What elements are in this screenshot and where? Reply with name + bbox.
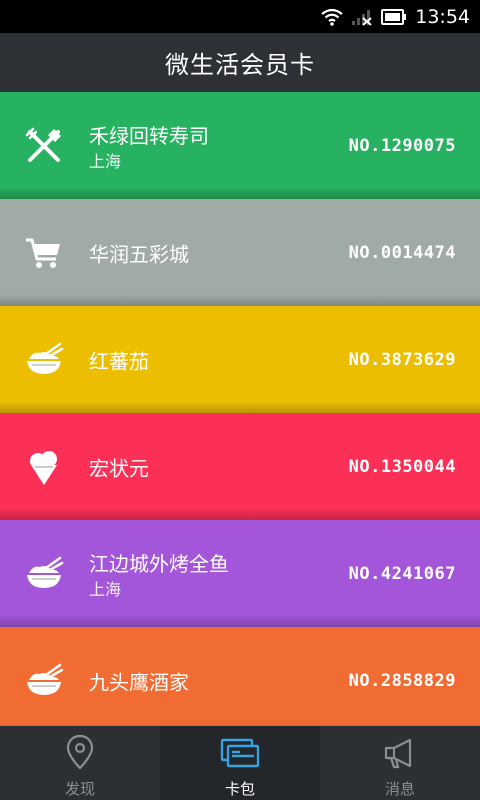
card-wallet-icon xyxy=(220,734,260,772)
nav-label: 发现 xyxy=(64,780,95,798)
ice-cream-icon xyxy=(22,445,66,489)
rice-bowl-icon xyxy=(22,659,66,703)
merchant-name: 红蕃茄 xyxy=(89,349,149,373)
signal-icon xyxy=(351,8,373,26)
card-number: NO.0014474 xyxy=(348,242,456,263)
status-bar: 13:54 xyxy=(0,0,480,33)
member-card[interactable]: 九头鹰酒家 NO.2858829 xyxy=(0,627,480,726)
card-list: 禾绿回转寿司 上海 NO.1290075 华润五彩城 NO.0014474 红蕃… xyxy=(0,92,480,726)
shopping-cart-icon xyxy=(22,231,66,275)
member-card[interactable]: 宏状元 NO.1350044 xyxy=(0,413,480,520)
nav-tab-discover[interactable]: 发现 xyxy=(0,726,160,800)
member-card[interactable]: 江边城外烤全鱼 上海 NO.4241067 xyxy=(0,520,480,627)
card-number: NO.2858829 xyxy=(348,670,456,691)
location-pin-icon xyxy=(65,734,95,772)
status-time: 13:54 xyxy=(415,5,470,28)
member-card[interactable]: 华润五彩城 NO.0014474 xyxy=(0,199,480,306)
nav-label: 消息 xyxy=(384,780,415,798)
merchant-name: 江边城外烤全鱼 xyxy=(89,552,229,576)
nav-label: 卡包 xyxy=(224,780,255,798)
merchant-name: 禾绿回转寿司 xyxy=(89,124,209,148)
rice-bowl-icon xyxy=(22,338,66,382)
nav-tab-card-wallet[interactable]: 卡包 xyxy=(160,726,320,800)
megaphone-icon xyxy=(382,734,418,772)
merchant-name: 华润五彩城 xyxy=(89,242,189,266)
page-title: 微生活会员卡 xyxy=(0,33,480,92)
card-number: NO.4241067 xyxy=(348,563,456,584)
nav-tab-messages[interactable]: 消息 xyxy=(320,726,480,800)
card-number: NO.3873629 xyxy=(348,349,456,370)
rice-bowl-icon xyxy=(22,552,66,596)
battery-icon xyxy=(381,8,407,25)
merchant-city: 上海 xyxy=(89,580,122,599)
merchant-name: 九头鹰酒家 xyxy=(89,670,189,694)
fork-knife-icon xyxy=(22,124,66,168)
member-card[interactable]: 红蕃茄 NO.3873629 xyxy=(0,306,480,413)
wifi-icon xyxy=(321,8,343,26)
card-number: NO.1290075 xyxy=(348,135,456,156)
merchant-city: 上海 xyxy=(89,152,122,171)
merchant-name: 宏状元 xyxy=(89,456,149,480)
bottom-nav: 发现 卡包 消息 xyxy=(0,726,480,800)
card-number: NO.1350044 xyxy=(348,456,456,477)
member-card[interactable]: 禾绿回转寿司 上海 NO.1290075 xyxy=(0,92,480,199)
